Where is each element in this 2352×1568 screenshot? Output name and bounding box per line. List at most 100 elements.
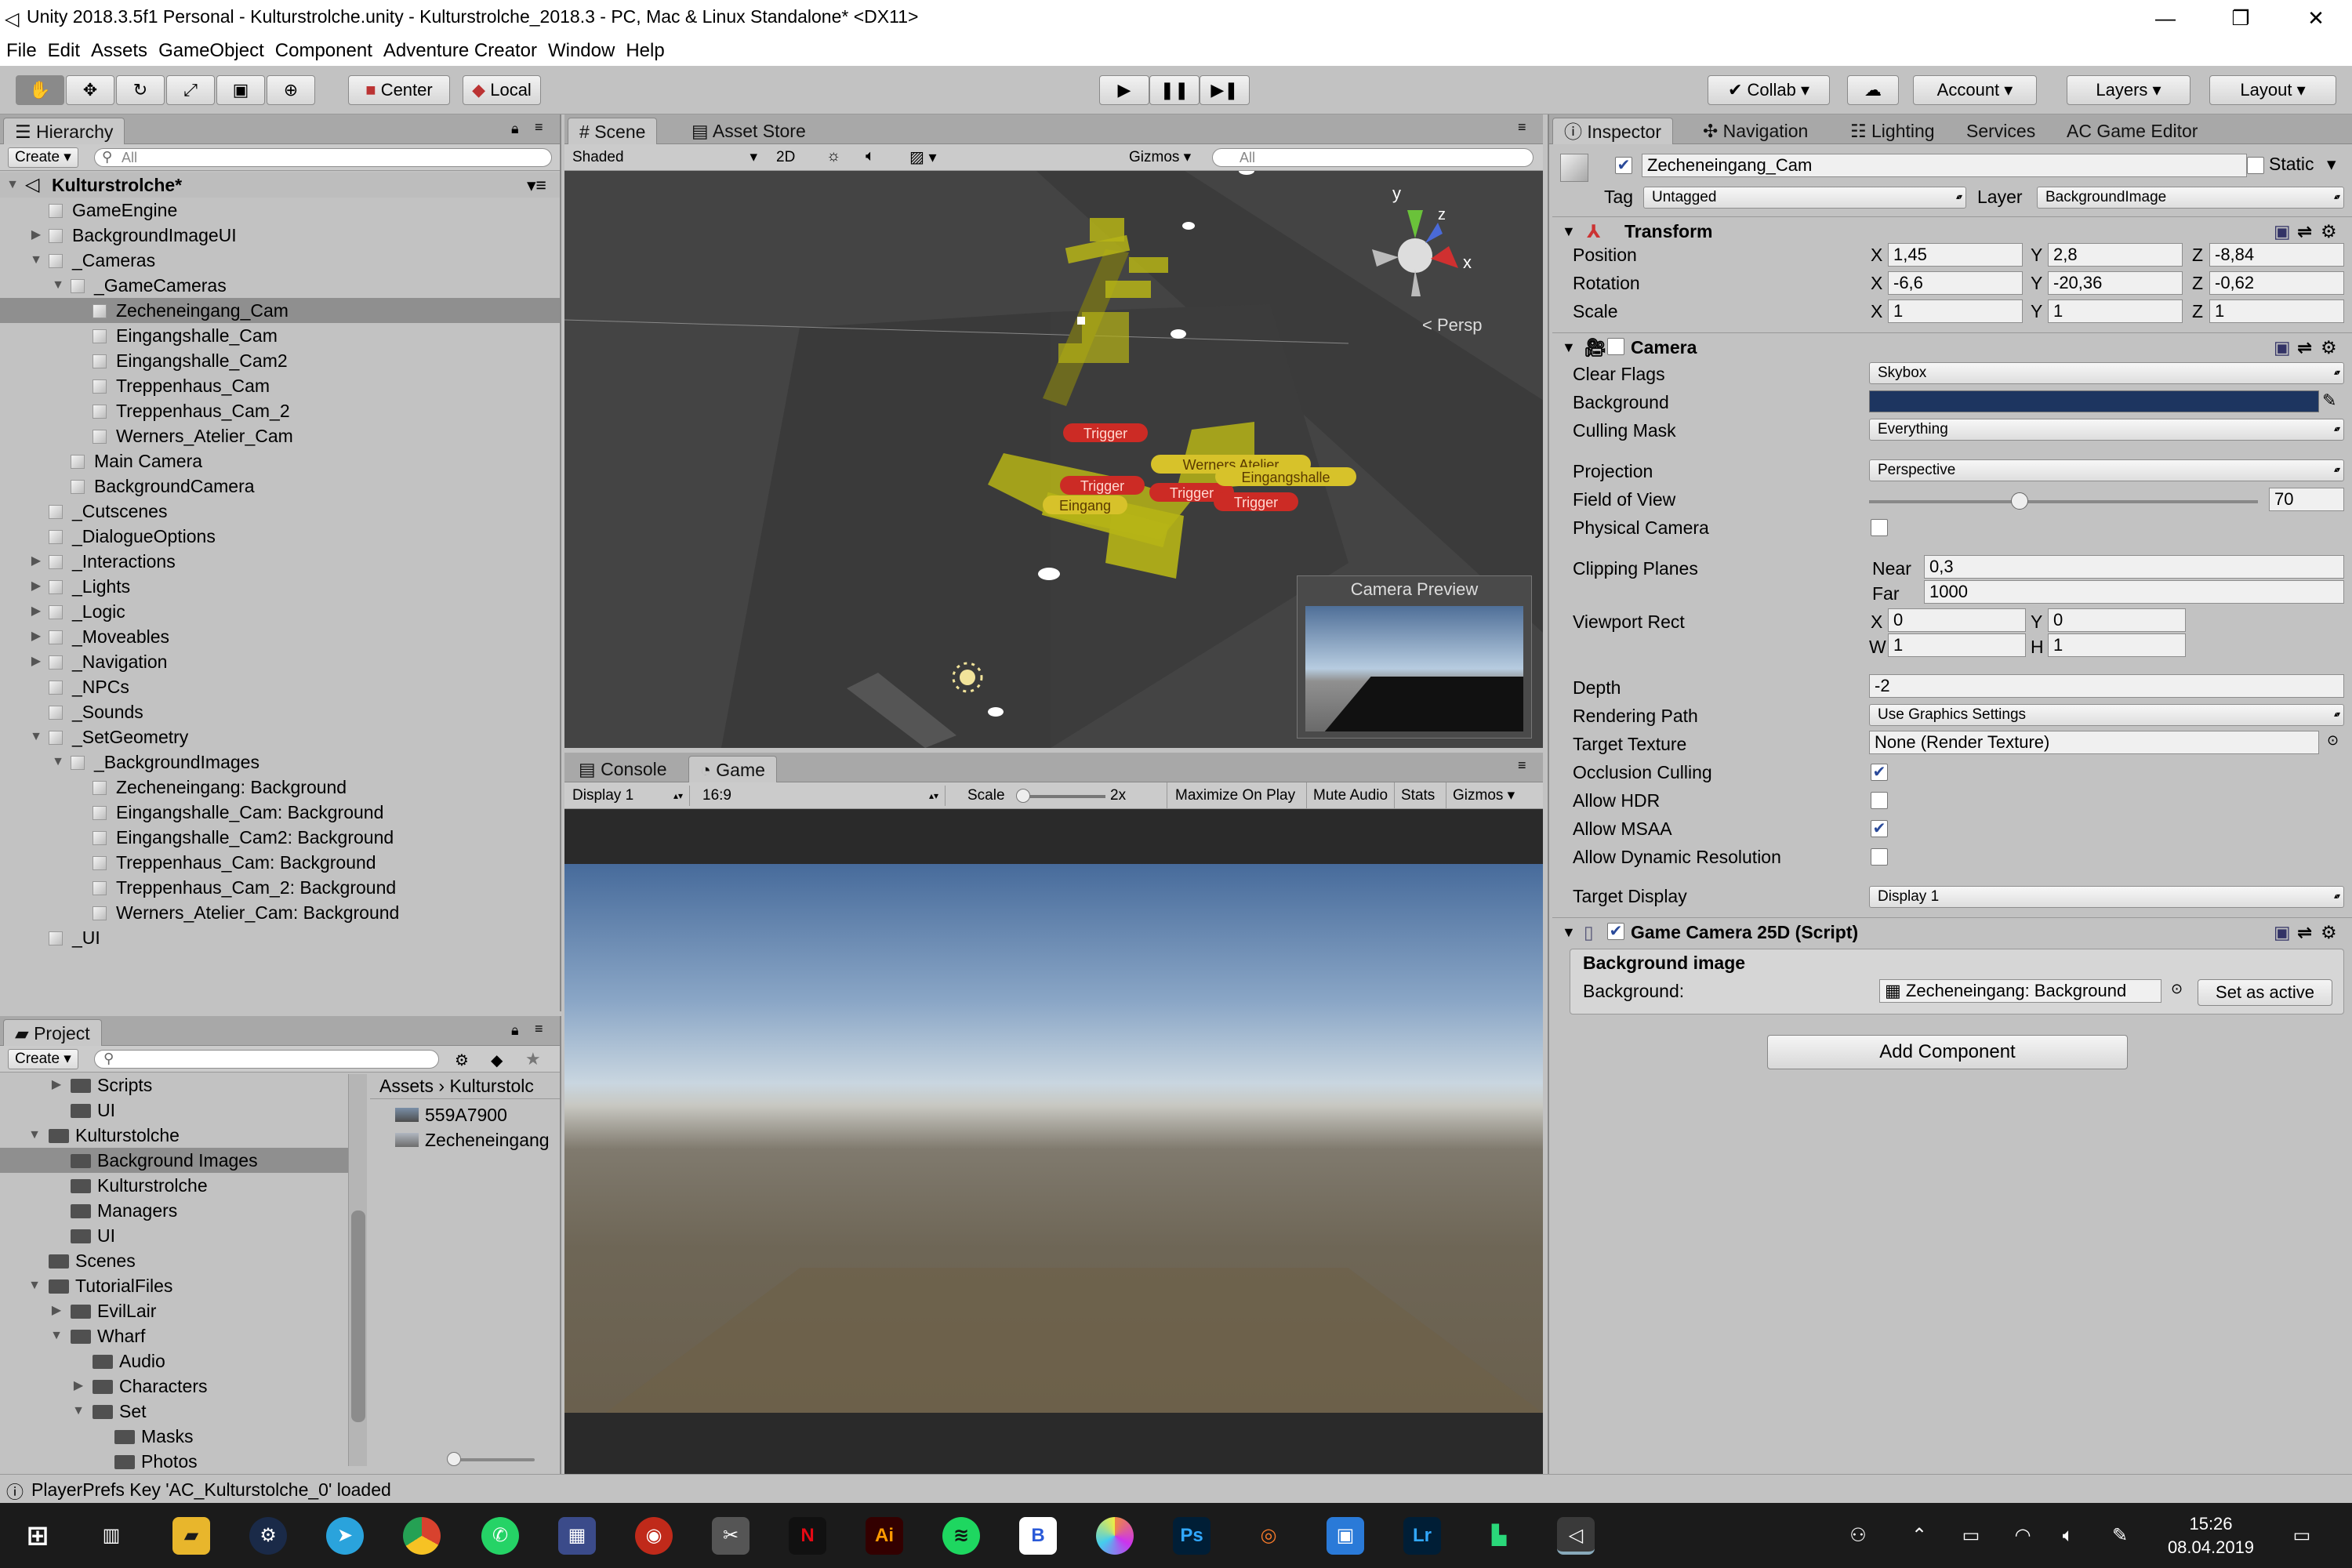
hierarchy-item[interactable]: _Cutscenes	[0, 499, 560, 524]
tab-navigation[interactable]: ✣ Navigation	[1692, 118, 1819, 144]
illustrator-icon[interactable]: Ai	[866, 1517, 903, 1555]
preset-icon[interactable]: ⇌	[2297, 918, 2312, 946]
collapsed-arrow-icon[interactable]: ▶	[49, 1298, 64, 1323]
project-folder-item[interactable]: Audio	[0, 1348, 348, 1374]
hierarchy-item[interactable]: Eingangshalle_Cam2: Background	[0, 825, 560, 850]
account-button[interactable]: Account ▾	[1913, 75, 2037, 105]
project-create-button[interactable]: Create ▾	[8, 1049, 78, 1069]
hierarchy-item[interactable]: ▼ _GameCameras	[0, 273, 560, 298]
fov-field[interactable]: 70	[2269, 488, 2344, 511]
camera-header[interactable]: ▼ 🎥︎ Camera ▣ ⇌ ⚙	[1552, 332, 2352, 361]
rect-tool-button[interactable]: ▣	[216, 75, 265, 105]
hierarchy-item[interactable]: ▶ BackgroundImageUI	[0, 223, 560, 248]
scene-search-input[interactable]: All	[1212, 148, 1534, 167]
camera-gizmo-icon[interactable]	[1038, 568, 1060, 580]
object-name-field[interactable]: Zecheneingang_Cam	[1642, 154, 2247, 177]
hierarchy-item[interactable]: Treppenhaus_Cam	[0, 373, 560, 398]
near-field[interactable]: 0,3	[1924, 555, 2344, 579]
scale-slider[interactable]	[1016, 789, 1105, 803]
object-picker-icon[interactable]: ⊙	[2171, 981, 2183, 997]
axis-gizmo[interactable]	[1398, 238, 1432, 273]
hierarchy-item[interactable]: _NPCs	[0, 674, 560, 699]
hierarchy-item[interactable]: Main Camera	[0, 448, 560, 474]
viewport-y-field[interactable]: 0	[2048, 608, 2186, 632]
target-display-dropdown[interactable]: Display 1	[1869, 886, 2344, 908]
hierarchy-item[interactable]: GameEngine	[0, 198, 560, 223]
layout-button[interactable]: Layout ▾	[2209, 75, 2336, 105]
viewport-x-field[interactable]: 0	[1888, 608, 2026, 632]
collapsed-arrow-icon[interactable]: ▶	[28, 649, 44, 674]
filter-label-icon[interactable]: ◆	[491, 1051, 503, 1070]
slider-knob[interactable]	[447, 1452, 461, 1466]
pivot-local-button[interactable]: ◆ Local	[463, 75, 541, 105]
project-folder-item[interactable]: UI	[0, 1223, 348, 1248]
tab-inspector[interactable]: ⓘ Inspector	[1552, 118, 1673, 144]
physical-camera-checkbox[interactable]	[1871, 519, 1888, 536]
preset-icon[interactable]: ⇌	[2297, 217, 2312, 245]
script-header[interactable]: ▼ ▯ ✔ Game Camera 25D (Script) ▣ ⇌ ⚙	[1552, 917, 2352, 946]
object-picker-icon[interactable]: ⊙	[2327, 732, 2339, 749]
hierarchy-item[interactable]: Treppenhaus_Cam_2	[0, 398, 560, 423]
netflix-icon[interactable]: N	[789, 1517, 826, 1555]
camera-enabled-checkbox[interactable]	[1607, 338, 1624, 355]
spotify-icon[interactable]: ≋	[942, 1517, 980, 1555]
game-gizmos-dropdown[interactable]: Gizmos ▾	[1446, 782, 1521, 809]
expanded-arrow-icon[interactable]: ▼	[27, 1123, 42, 1148]
app-icon[interactable]: ▦	[558, 1517, 596, 1555]
viewport-h-field[interactable]: 1	[2048, 633, 2186, 657]
close-button[interactable]: ✕	[2280, 0, 2352, 36]
audio-toggle-icon[interactable]: 🔈︎	[866, 147, 875, 165]
collapsed-arrow-icon[interactable]: ▶	[28, 223, 44, 248]
fov-slider[interactable]	[1869, 500, 2258, 503]
hierarchy-search-input[interactable]: All	[94, 148, 552, 167]
hierarchy-item[interactable]: Werners_Atelier_Cam	[0, 423, 560, 448]
expanded-arrow-icon[interactable]: ▼	[50, 273, 66, 298]
hierarchy-item[interactable]: BackgroundCamera	[0, 474, 560, 499]
cloud-button[interactable]: ☁	[1847, 75, 1899, 105]
project-folder-item[interactable]: Background Images	[0, 1148, 348, 1173]
clear-flags-dropdown[interactable]: Skybox	[1869, 362, 2344, 384]
project-folder-item[interactable]: UI	[0, 1098, 348, 1123]
set-as-active-button[interactable]: Set as active	[2198, 979, 2332, 1006]
menu-edit[interactable]: Edit	[48, 36, 80, 66]
hierarchy-item[interactable]: Treppenhaus_Cam: Background	[0, 850, 560, 875]
status-message[interactable]: PlayerPrefs Key 'AC_Kulturstolche_0' loa…	[31, 1479, 391, 1501]
menu-adventure-creator[interactable]: Adventure Creator	[383, 36, 537, 66]
move-tool-button[interactable]: ✥	[66, 75, 114, 105]
battery-icon[interactable]: ▭	[1952, 1517, 1990, 1555]
whatsapp-icon[interactable]: ✆	[481, 1517, 519, 1555]
thumbnail-size-slider[interactable]	[447, 1452, 535, 1466]
hierarchy-create-button[interactable]: Create ▾	[8, 147, 78, 168]
gizmos-dropdown[interactable]: Gizmos ▾	[1129, 147, 1191, 168]
handle-icon[interactable]	[1077, 317, 1085, 325]
dynamic-resolution-checkbox[interactable]	[1871, 848, 1888, 866]
hierarchy-item[interactable]: Zecheneingang: Background	[0, 775, 560, 800]
lock-icon[interactable]: 🔒︎	[511, 121, 519, 137]
favorite-icon[interactable]: ★	[525, 1049, 541, 1069]
tab-scene[interactable]: # Scene	[568, 118, 658, 144]
allow-msaa-checkbox[interactable]: ✔	[1871, 820, 1888, 837]
project-folder-item[interactable]: ▼ Wharf	[0, 1323, 348, 1348]
project-folder-item[interactable]: Scenes	[0, 1248, 348, 1273]
project-folder-item[interactable]: Masks	[0, 1424, 348, 1449]
project-folder-item[interactable]: ▶ Scripts	[0, 1073, 348, 1098]
preset-icon[interactable]: ⇌	[2297, 333, 2312, 361]
rotation-z-field[interactable]: -0,62	[2209, 271, 2344, 295]
shading-dropdown[interactable]: Shaded ▾	[572, 147, 760, 168]
menu-window[interactable]: Window	[548, 36, 615, 66]
collapsed-arrow-icon[interactable]: ▶	[28, 549, 44, 574]
layer-dropdown[interactable]: BackgroundImage	[2037, 187, 2344, 209]
maximize-button[interactable]: ❐	[2205, 0, 2277, 36]
notifications-icon[interactable]: ▭	[2283, 1517, 2321, 1555]
help-icon[interactable]: ▣	[2274, 918, 2291, 946]
collapsed-arrow-icon[interactable]: ▶	[28, 624, 44, 649]
people-icon[interactable]: ⚇	[1839, 1517, 1877, 1555]
settings-gear-icon[interactable]: ⚙	[2321, 333, 2337, 361]
position-y-field[interactable]: 2,8	[2048, 243, 2183, 267]
expanded-arrow-icon[interactable]: ▼	[28, 248, 44, 273]
static-checkbox[interactable]	[2247, 157, 2264, 174]
app-icon[interactable]	[1096, 1517, 1134, 1555]
game-viewport[interactable]	[564, 809, 1543, 1474]
hierarchy-item[interactable]: Werners_Atelier_Cam: Background	[0, 900, 560, 925]
volume-icon[interactable]: 🔈︎	[2049, 1517, 2087, 1555]
